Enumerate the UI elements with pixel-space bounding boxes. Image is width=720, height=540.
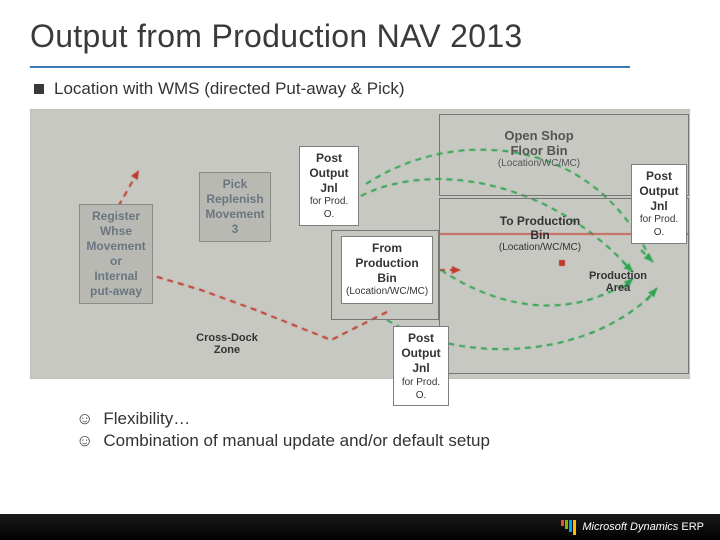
microsoft-logo-icon [561, 520, 576, 535]
diagram-canvas: Register Whse Movement or Internal put-a… [30, 109, 690, 379]
register-whse-box: Register Whse Movement or Internal put-a… [79, 204, 153, 304]
open-shop-label: Open Shop Floor Bin (Location/WC/MC) [479, 128, 599, 169]
cross-dock-label: Cross-Dock Zone [181, 332, 273, 356]
post-output-bottom-box: Post Output Jnl for Prod. O. [393, 326, 449, 406]
square-bullet-icon [34, 84, 44, 94]
subtitle-row: Location with WMS (directed Put-away & P… [34, 79, 690, 99]
from-production-bin-box: From Production Bin (Location/WC/MC) [341, 236, 433, 304]
subtitle-text: Location with WMS (directed Put-away & P… [54, 79, 405, 99]
bottom-list: ☺ Flexibility… ☺ Combination of manual u… [76, 409, 690, 451]
pick-replenish-box: Pick Replenish Movement 3 [199, 172, 271, 242]
production-area-label: Production Area [577, 270, 659, 294]
post-output-center-box: Post Output Jnl for Prod. O. [299, 146, 359, 226]
footer-bar: Microsoft Dynamics ERP [0, 514, 720, 540]
footer-brand: Microsoft Dynamics ERP [582, 521, 704, 533]
combination-text: Combination of manual update and/or defa… [103, 431, 490, 451]
to-production-label: To Production Bin (Location/WC/MC) [485, 214, 595, 253]
post-output-right-box: Post Output Jnl for Prod. O. [631, 164, 687, 244]
smile-icon: ☺ [76, 431, 93, 451]
title-underline [30, 66, 630, 68]
page-title: Output from Production NAV 2013 [30, 18, 690, 55]
smile-icon: ☺ [76, 409, 93, 429]
flexibility-text: Flexibility… [103, 409, 190, 429]
